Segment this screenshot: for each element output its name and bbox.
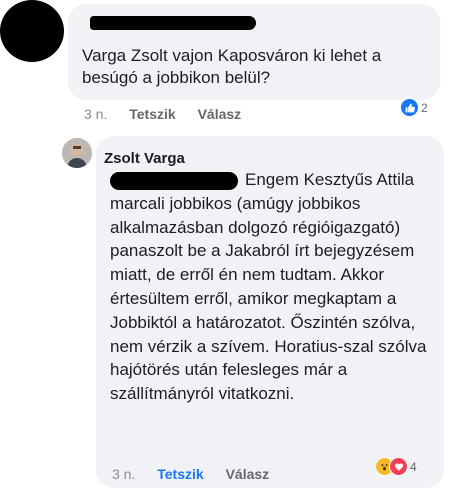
reaction-count: 4	[410, 459, 417, 474]
reply-text: Engem Kesztyűs Attila marcali jobbikos (…	[110, 170, 427, 404]
reply-timestamp[interactable]: 3 n.	[112, 466, 135, 482]
reply-text-block: Engem Kesztyűs Attila marcali jobbikos (…	[110, 168, 440, 406]
comment-actions: 3 n. Tetszik Válasz	[84, 106, 259, 122]
reaction-summary[interactable]: 4	[375, 457, 417, 476]
comment-timestamp[interactable]: 3 n.	[84, 106, 107, 122]
reply-actions: 3 n. Tetszik Válasz	[112, 466, 287, 482]
avatar[interactable]	[0, 0, 64, 62]
comment-text: Varga Zsolt vajon Kaposváron ki lehet a …	[82, 46, 382, 87]
like-button[interactable]: Tetszik	[129, 106, 175, 122]
like-icon	[400, 98, 419, 117]
reaction-count: 2	[421, 100, 428, 115]
comment-author[interactable]: Zsolt Varga	[104, 150, 185, 167]
avatar[interactable]	[62, 138, 92, 168]
reply-button[interactable]: Válasz	[198, 106, 242, 122]
reply-button[interactable]: Válasz	[226, 466, 270, 482]
redacted-mention	[110, 172, 238, 190]
like-button[interactable]: Tetszik	[157, 466, 203, 482]
reaction-summary[interactable]: 2	[400, 98, 428, 117]
heart-icon	[389, 457, 408, 476]
redacted-author-name	[90, 16, 256, 30]
